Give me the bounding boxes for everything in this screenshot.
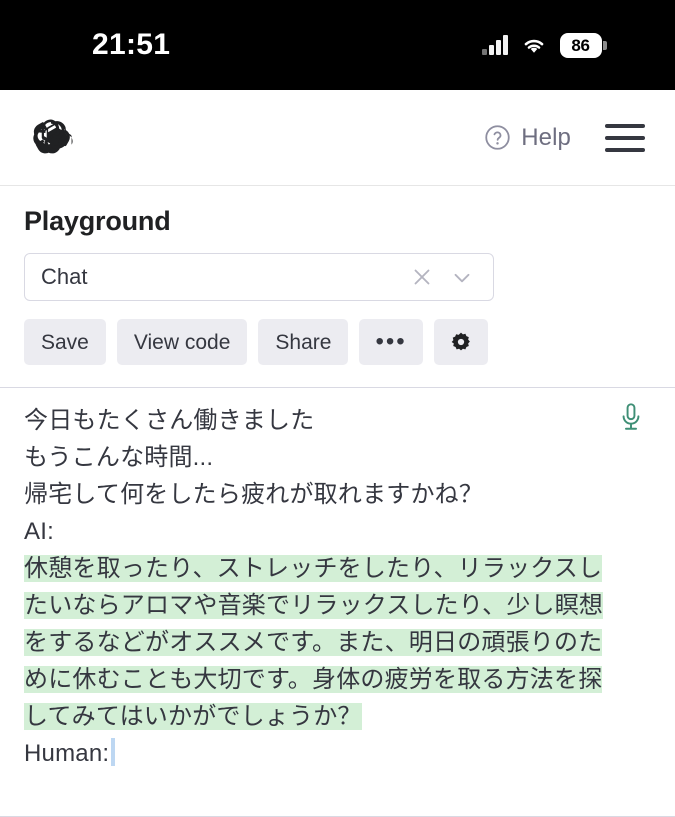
more-options-button[interactable]: ••• bbox=[359, 319, 423, 365]
close-x-icon[interactable] bbox=[409, 264, 435, 290]
status-bar-clock: 21:51 bbox=[92, 28, 171, 61]
question-mark-circle-icon bbox=[485, 125, 510, 150]
openai-logo-icon[interactable] bbox=[28, 115, 74, 161]
status-bar: 21:51 86 bbox=[0, 0, 675, 90]
prompt-document[interactable]: 今日もたくさん働きました もうこんな時間... 帰宅して何をしたら疲れが取れます… bbox=[24, 402, 624, 772]
prompt-editor[interactable]: 今日もたくさん働きました もうこんな時間... 帰宅して何をしたら疲れが取れます… bbox=[0, 388, 675, 817]
preset-select-value: Chat bbox=[41, 264, 88, 289]
completion-text: 休憩を取ったり、ストレッチをしたり、リラックスしたいならアロマや音楽でリラックス… bbox=[24, 555, 604, 730]
microphone-icon bbox=[622, 403, 640, 430]
settings-button[interactable] bbox=[433, 319, 488, 365]
status-bar-indicators: 86 bbox=[482, 32, 607, 58]
view-code-button[interactable]: View code bbox=[116, 319, 248, 365]
help-label: Help bbox=[521, 123, 571, 151]
ellipsis-icon: ••• bbox=[375, 327, 407, 355]
save-button[interactable]: Save bbox=[24, 319, 106, 365]
gear-icon bbox=[451, 332, 470, 351]
prompt-text: 今日もたくさん働きました もうこんな時間... 帰宅して何をしたら疲れが取れます… bbox=[24, 407, 484, 545]
share-button[interactable]: Share bbox=[258, 319, 349, 365]
preset-select[interactable]: Chat bbox=[24, 253, 494, 301]
battery-level-text: 86 bbox=[571, 35, 590, 55]
text-caret bbox=[111, 738, 116, 766]
battery-icon: 86 bbox=[559, 32, 607, 58]
app-header: Help bbox=[0, 90, 675, 186]
microphone-button[interactable] bbox=[617, 402, 645, 434]
page-title: Playground bbox=[24, 206, 171, 236]
hamburger-menu-icon[interactable] bbox=[605, 123, 645, 152]
chevron-down-icon[interactable] bbox=[449, 264, 475, 290]
toolbar-button-row: Save View code Share ••• bbox=[24, 319, 651, 365]
phone-screen: 21:51 86 Help Playground Chat Save View … bbox=[0, 0, 675, 817]
wifi-icon bbox=[524, 39, 543, 53]
preset-select-icons bbox=[409, 264, 493, 290]
help-button[interactable]: Help bbox=[484, 124, 571, 152]
cellular-bars-icon bbox=[482, 35, 508, 55]
header-actions: Help bbox=[484, 123, 645, 152]
toolbar-section: Playground Chat Save View code Share ••• bbox=[0, 186, 675, 388]
trailing-label: Human: bbox=[24, 740, 110, 767]
